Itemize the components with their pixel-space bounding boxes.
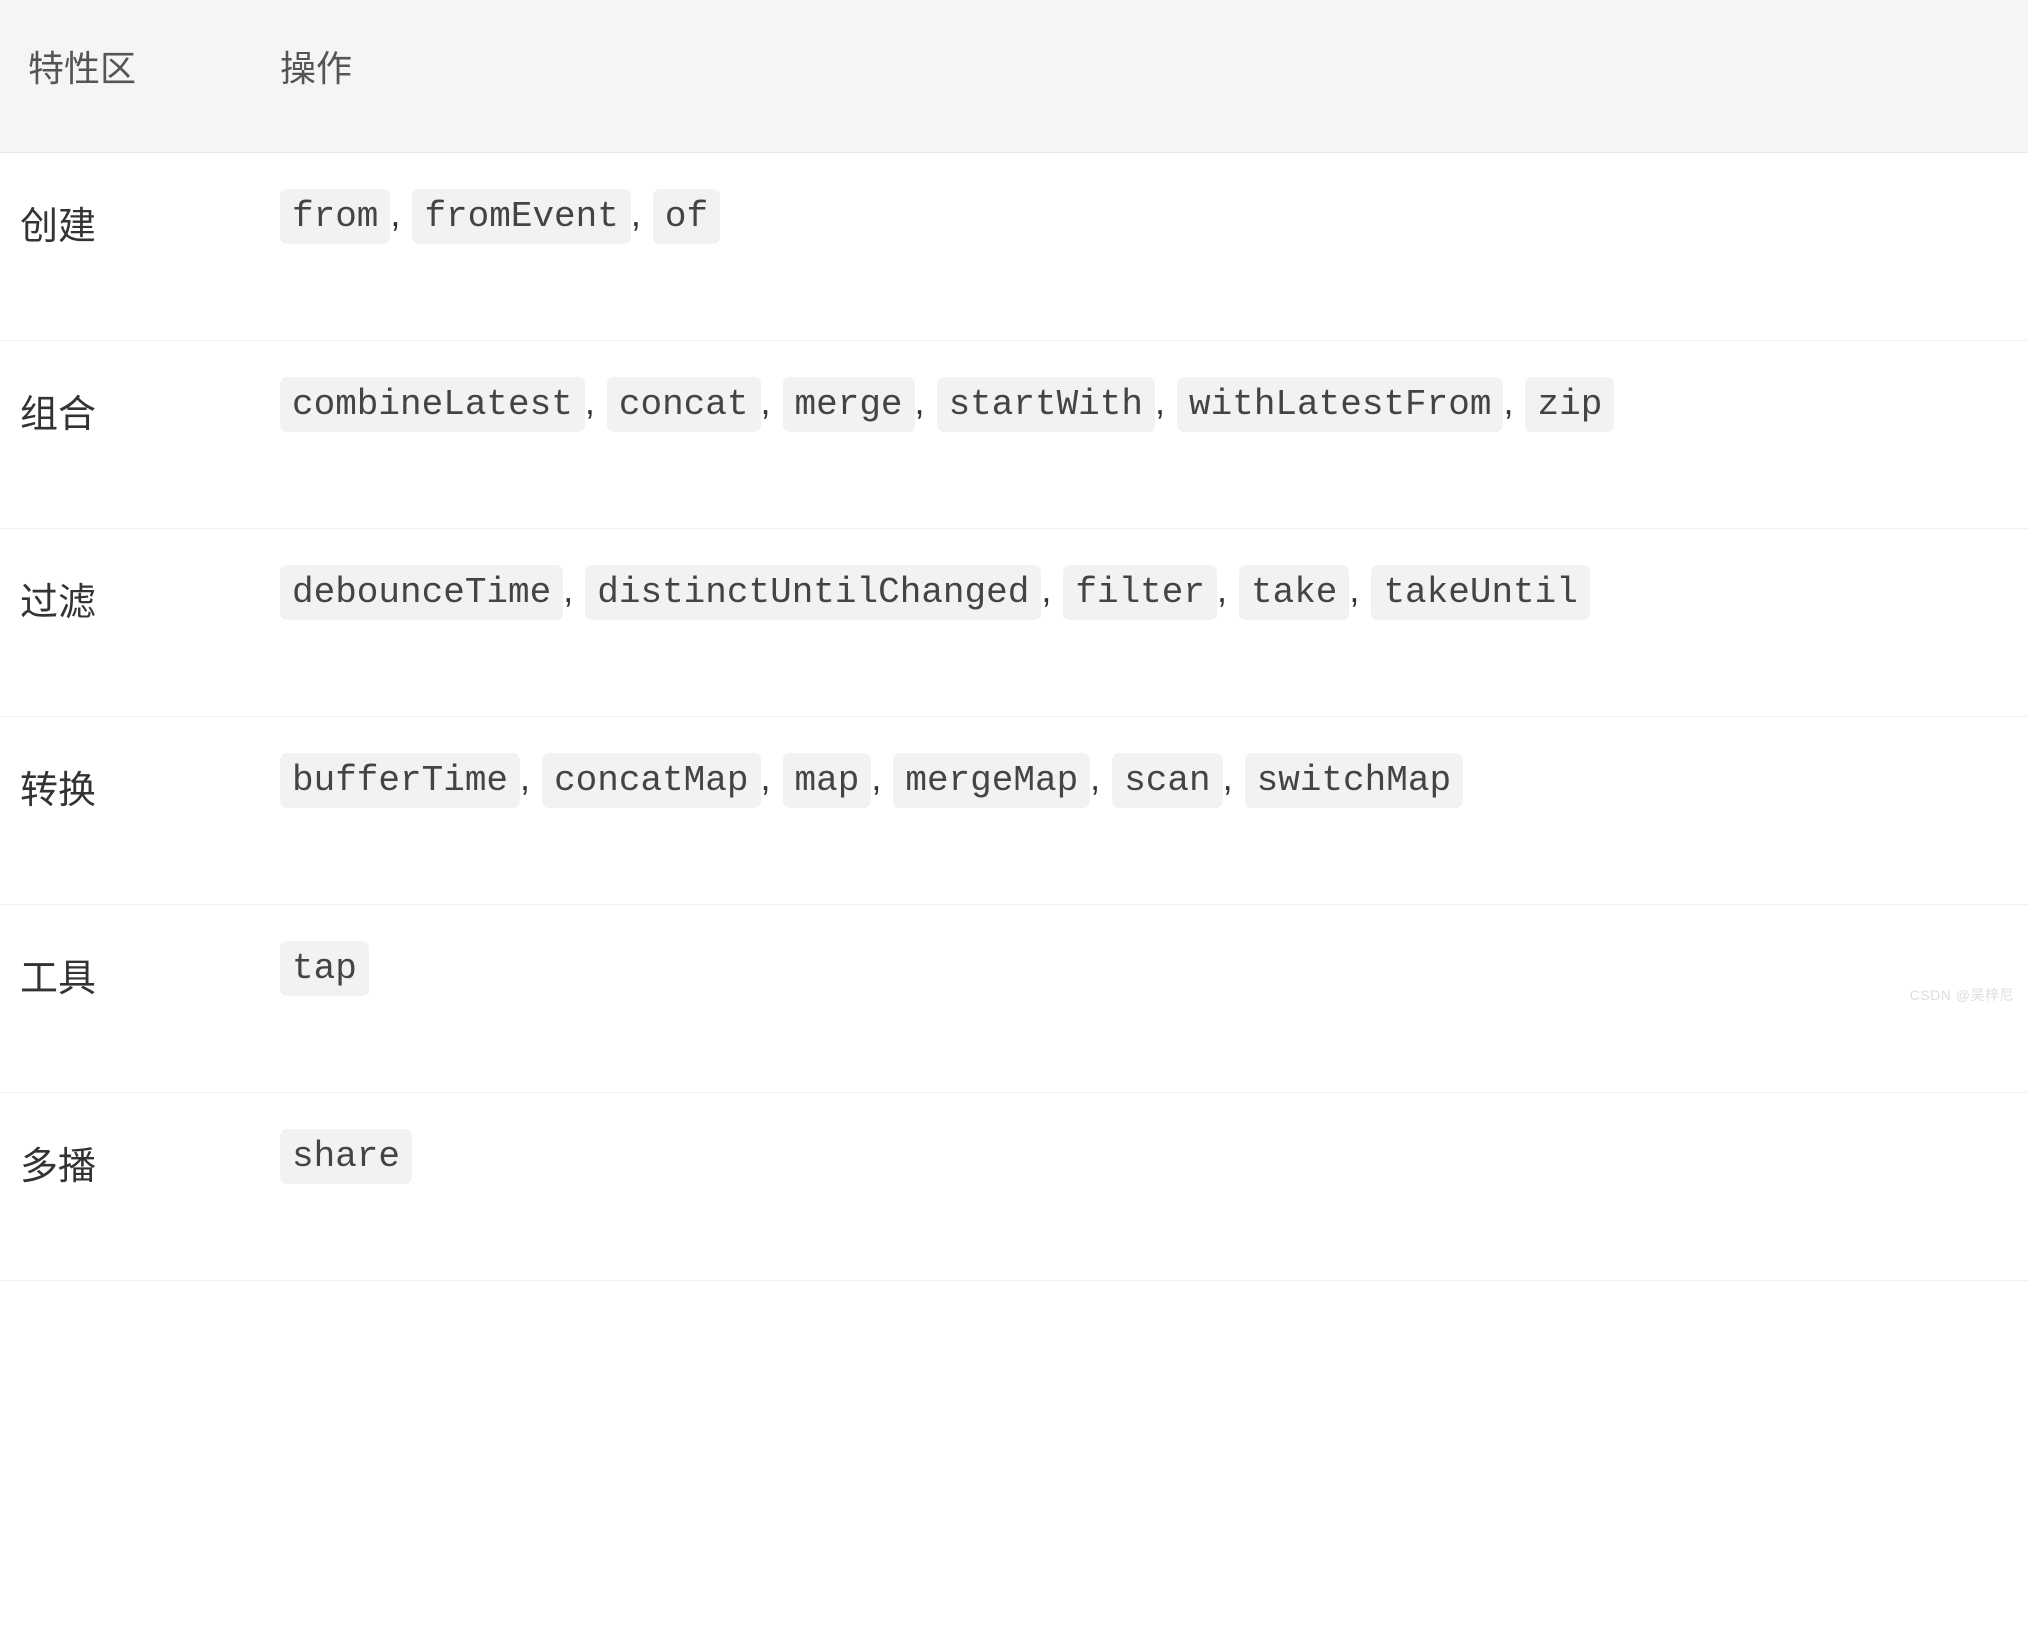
table-row: 过滤debounceTime, distinctUntilChanged, fi… [0,529,2028,717]
operator-tag: concatMap [542,753,760,808]
row-category: 组合 [0,341,280,529]
operators-table: 特性区 操作 创建from, fromEvent, of组合combineLat… [0,0,2028,1281]
operator-tag: debounceTime [280,565,563,620]
header-category: 特性区 [0,0,280,153]
separator: , [1217,569,1237,610]
operator-tag: tap [280,941,369,996]
operator-tag: merge [783,377,915,432]
separator: , [520,757,540,798]
row-operations: from, fromEvent, of [280,153,2028,341]
operator-tag: take [1239,565,1349,620]
operator-tag: zip [1525,377,1614,432]
separator: , [915,381,935,422]
operator-tag: withLatestFrom [1177,377,1503,432]
operator-tag: of [653,189,720,244]
table-row: 组合combineLatest, concat, merge, startWit… [0,341,2028,529]
row-operations: combineLatest, concat, merge, startWith,… [280,341,2028,529]
operator-tag: concat [607,377,761,432]
header-operations: 操作 [280,0,2028,153]
table-row: 创建from, fromEvent, of [0,153,2028,341]
operator-tag: takeUntil [1371,565,1589,620]
separator: , [1503,381,1523,422]
separator: , [761,757,781,798]
operator-tag: fromEvent [412,189,630,244]
separator: , [1041,569,1061,610]
separator: , [563,569,583,610]
operator-tag: share [280,1129,412,1184]
separator: , [1349,569,1369,610]
row-operations: bufferTime, concatMap, map, mergeMap, sc… [280,717,2028,905]
operator-tag: map [783,753,872,808]
operator-tag: switchMap [1245,753,1463,808]
operator-tag: bufferTime [280,753,520,808]
operator-tag: from [280,189,390,244]
row-operations: tap [280,905,2028,1093]
operator-tag: distinctUntilChanged [585,565,1041,620]
row-category: 过滤 [0,529,280,717]
watermark: CSDN @吴梓尼 [1910,985,2014,1005]
row-category: 多播 [0,1093,280,1281]
table-row: 多播share [0,1093,2028,1281]
separator: , [631,193,651,234]
separator: , [1223,757,1243,798]
table-row: 工具tap [0,905,2028,1093]
separator: , [871,757,891,798]
operator-tag: startWith [937,377,1155,432]
separator: , [585,381,605,422]
row-operations: share [280,1093,2028,1281]
table-header-row: 特性区 操作 [0,0,2028,153]
row-operations: debounceTime, distinctUntilChanged, filt… [280,529,2028,717]
separator: , [390,193,410,234]
operator-tag: scan [1112,753,1222,808]
operator-tag: combineLatest [280,377,585,432]
row-category: 转换 [0,717,280,905]
separator: , [1155,381,1175,422]
table-row: 转换bufferTime, concatMap, map, mergeMap, … [0,717,2028,905]
operator-tag: filter [1063,565,1217,620]
separator: , [761,381,781,422]
operator-tag: mergeMap [893,753,1090,808]
row-category: 创建 [0,153,280,341]
separator: , [1090,757,1110,798]
row-category: 工具 [0,905,280,1093]
